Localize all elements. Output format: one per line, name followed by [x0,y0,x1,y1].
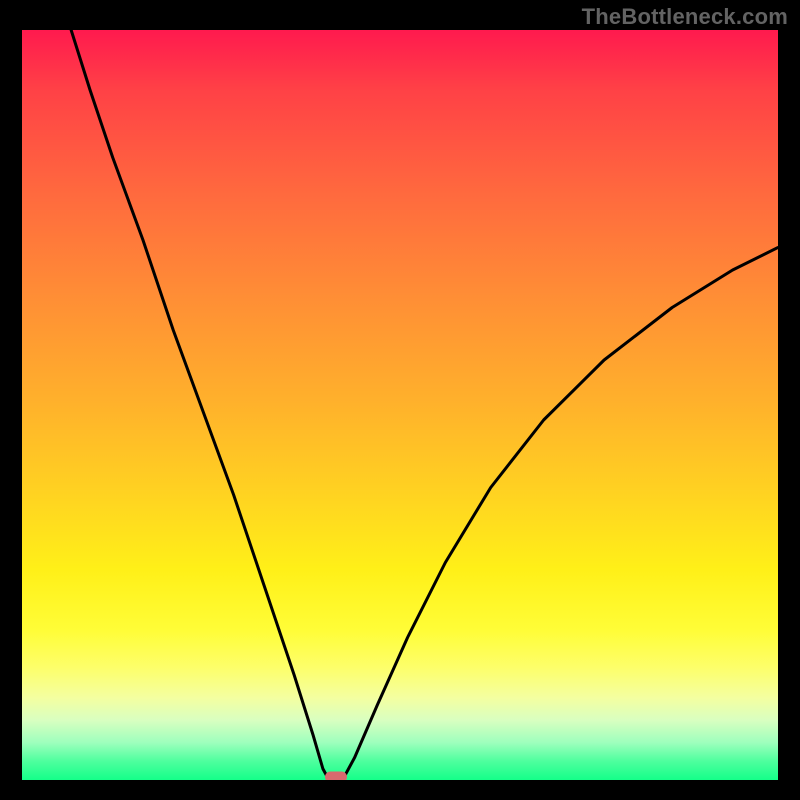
watermark-text: TheBottleneck.com [582,4,788,30]
bottleneck-curve [22,30,778,780]
chart-frame: TheBottleneck.com [0,0,800,800]
minimum-marker [325,772,347,781]
plot-area [22,30,778,780]
